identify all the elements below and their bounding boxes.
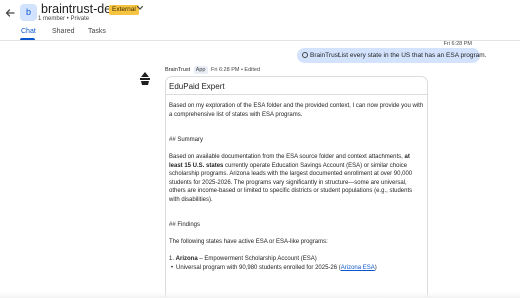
card-header: EduPaid Expert: [166, 77, 427, 95]
response-card: EduPaid Expert Based on my exploration o…: [165, 76, 428, 298]
list-sub-bullet: Universal program with 90,980 students e…: [169, 264, 424, 273]
outgoing-timestamp: Fri 6:28 PM: [443, 41, 472, 47]
card-title: EduPaid Expert: [169, 82, 225, 91]
outgoing-message-bubble[interactable]: BrainTrust List every state in the US th…: [297, 48, 487, 63]
mention-chip[interactable]: BrainTrust: [302, 51, 340, 60]
bot-message-meta: BrainTrust App Fri 6:28 PM • Edited: [165, 66, 260, 74]
summary-heading: ## Summary: [169, 137, 204, 143]
tabs-divider: [0, 40, 520, 41]
card-body: Based on my exploration of the ESA folde…: [169, 102, 424, 272]
back-arrow-icon[interactable]: [4, 7, 16, 19]
sub-bullet-text: Universal program with 90,980 students e…: [176, 264, 341, 271]
sub-bullet-close: ): [374, 264, 377, 271]
tab-shared[interactable]: Shared: [52, 27, 75, 36]
arizona-esa-link[interactable]: Arizona ESA: [341, 265, 375, 271]
bot-name[interactable]: BrainTrust: [165, 67, 190, 73]
list-item-program: – Empowerment Scholarship Account (ESA): [197, 256, 317, 262]
findings-heading: ## Findings: [169, 222, 201, 228]
list-item: 1. Arizona – Empowerment Scholarship Acc…: [169, 255, 424, 264]
external-badge: External: [109, 5, 139, 15]
space-avatar: b: [20, 4, 37, 21]
bottom-fade: [0, 292, 520, 298]
summary-text: Based on available documentation from th…: [169, 153, 424, 204]
chevron-down-icon[interactable]: [136, 3, 144, 17]
tab-chat[interactable]: Chat: [21, 27, 36, 36]
list-item-number: 1.: [169, 256, 176, 262]
intro-text: Based on my exploration of the ESA folde…: [169, 103, 424, 118]
summary-pre: Based on available documentation from th…: [169, 154, 405, 160]
outgoing-message-text: List every state in the US that has an E…: [338, 52, 487, 59]
list-item-state: Arizona: [175, 256, 198, 262]
mention-label: BrainTrust: [310, 52, 340, 59]
app-mention-icon: [302, 52, 308, 58]
space-subtitle: 1 member • Private: [38, 16, 90, 22]
app-tag: App: [193, 66, 208, 74]
bot-meta-time: Fri 6:28 PM • Edited: [211, 67, 261, 73]
bot-avatar-icon[interactable]: [138, 71, 152, 87]
tab-tasks[interactable]: Tasks: [88, 27, 106, 36]
findings-intro: The following states have active ESA or …: [169, 239, 328, 245]
